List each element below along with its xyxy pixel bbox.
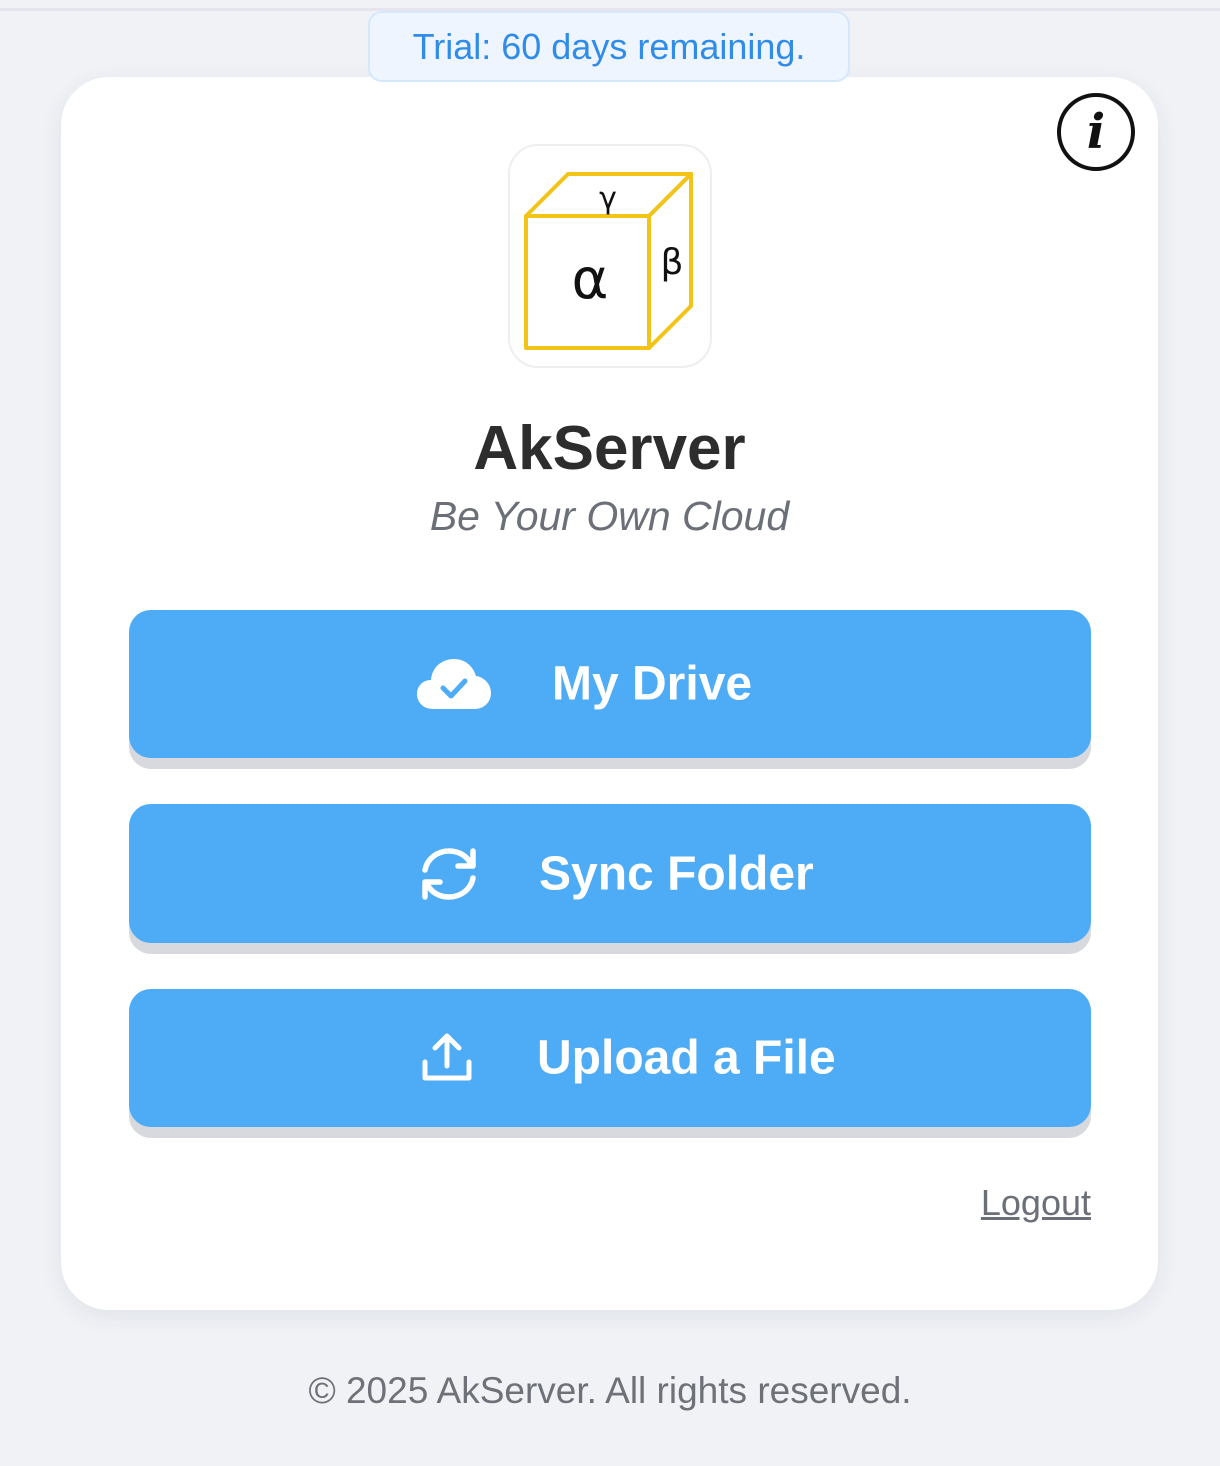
app-logo: α β γ <box>508 144 712 368</box>
upload-file-label: Upload a File <box>537 1031 836 1085</box>
my-drive-button[interactable]: My Drive <box>129 610 1091 758</box>
sync-folder-button[interactable]: Sync Folder <box>129 804 1091 943</box>
logo-alpha: α <box>572 247 609 312</box>
trial-badge: Trial: 60 days remaining. <box>368 11 850 82</box>
upload-icon <box>422 1033 472 1081</box>
my-drive-label: My Drive <box>552 657 753 711</box>
app-tagline: Be Your Own Cloud <box>429 493 790 539</box>
sync-folder-label: Sync Folder <box>539 847 814 900</box>
upload-file-button[interactable]: Upload a File <box>129 989 1091 1127</box>
sync-icon <box>422 847 476 900</box>
logo-beta: β <box>661 242 684 283</box>
main-card: i α β γ AkServer Be Your Own Cloud My Dr… <box>61 77 1158 1310</box>
footer-copyright: © 2025 AkServer. All rights reserved. <box>308 1370 912 1411</box>
cloud-check-icon <box>417 659 491 709</box>
cube-logo-icon: α β γ <box>524 172 693 350</box>
logout-link[interactable]: Logout <box>981 1182 1091 1224</box>
trial-badge-text: Trial: 60 days remaining. <box>412 25 806 67</box>
logo-gamma: γ <box>599 181 617 216</box>
app-title: AkServer <box>473 414 746 483</box>
info-icon: i <box>1086 104 1106 160</box>
info-button[interactable]: i <box>1057 93 1135 171</box>
